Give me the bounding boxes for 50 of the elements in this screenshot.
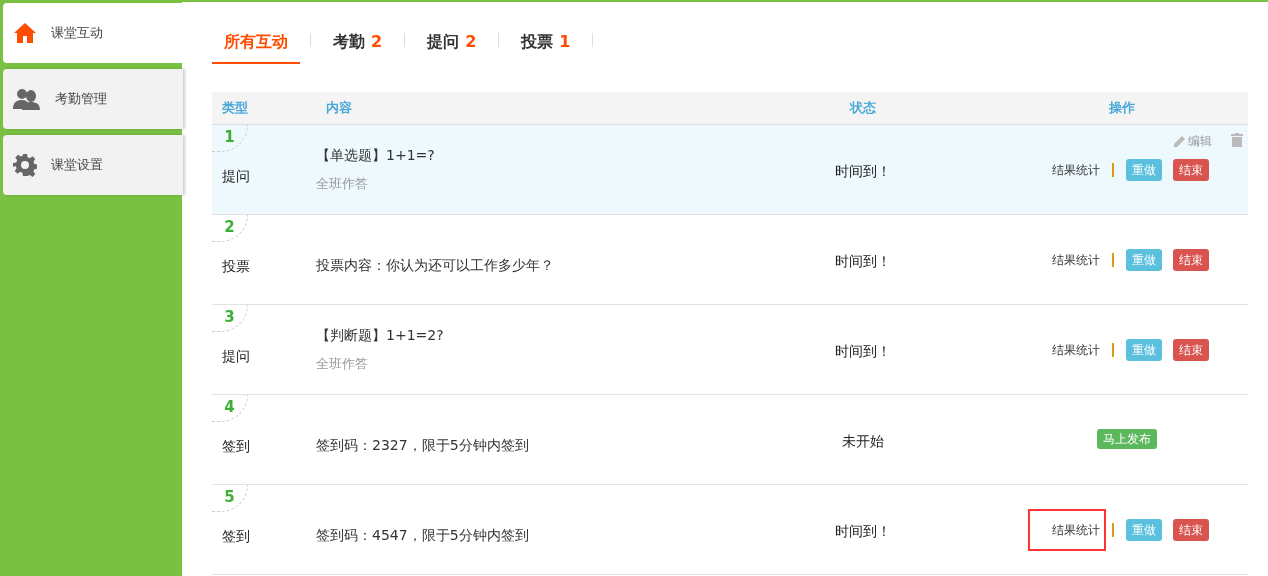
end-button[interactable]: 结束 — [1173, 338, 1209, 361]
sidebar-item[interactable]: 考勤管理 — [3, 69, 183, 129]
note-text: 全班作答 — [316, 175, 368, 194]
table-cell: 提问 — [222, 167, 250, 184]
results-link[interactable]: 结果统计 — [1028, 508, 1106, 551]
table-cell: 签到 — [222, 527, 250, 544]
table-cell: 提问 — [222, 347, 250, 364]
table-cell-text: 签到码：2327，限于5分钟内签到 — [316, 436, 529, 455]
table-row[interactable]: 5 签到 签到码：4547，限于5分钟内签到 时间到！ 结果统计 重做 结束 — [212, 485, 1248, 575]
row-number: 3 — [212, 305, 248, 332]
status-text: 时间到！ — [834, 252, 891, 269]
tab[interactable]: 考勤 2 — [321, 22, 395, 64]
status-text: 时间到！ — [834, 342, 891, 359]
end-button[interactable]: 结束 — [1173, 158, 1209, 181]
row-number: 5 — [212, 485, 248, 512]
note-text: 全班作答 — [316, 355, 368, 374]
column-header: 内容 — [326, 100, 352, 116]
table-cell-text: 签到码：4547，限于5分钟内签到 — [316, 526, 529, 545]
table-row[interactable]: 2 投票 投票内容：你认为还可以工作多少年？ 时间到！ 结果统计 重做 结束 — [212, 215, 1248, 305]
table-cell-text: 【单选题】1+1=? — [316, 146, 435, 166]
results-link[interactable]: 结果统计 — [1052, 340, 1100, 359]
settings-icon — [13, 153, 37, 177]
table-cell-text: 投票内容：你认为还可以工作多少年？ — [316, 256, 554, 275]
end-button[interactable]: 结束 — [1173, 518, 1209, 541]
row-number: 2 — [212, 215, 248, 242]
users-icon — [13, 87, 41, 111]
row-number: 4 — [212, 395, 248, 422]
table-row[interactable]: 3 提问 【判断题】1+1=2? 全班作答 时间到！ 结果统计 重做 结束 — [212, 305, 1248, 395]
table-row[interactable]: 4 签到 签到码：2327，限于5分钟内签到 未开始 马上发布 — [212, 395, 1248, 485]
tab[interactable]: 提问 2 — [415, 22, 489, 64]
sidebar-item[interactable]: 课堂互动 — [3, 3, 185, 63]
results-link[interactable]: 结果统计 — [1052, 250, 1100, 269]
status-text: 时间到！ — [834, 162, 891, 179]
status-text: 未开始 — [841, 432, 884, 449]
row-number: 1 — [212, 125, 248, 152]
column-header: 类型 — [222, 100, 248, 116]
table-cell-text: 【判断题】1+1=2? — [316, 326, 444, 346]
results-link[interactable]: 结果统计 — [1052, 160, 1100, 179]
end-button[interactable]: 结束 — [1173, 248, 1209, 271]
tab[interactable]: 投票 1 — [509, 22, 583, 64]
delete-icon[interactable] — [1231, 133, 1243, 147]
column-header: 状态 — [849, 100, 876, 116]
status-text: 时间到！ — [834, 522, 891, 539]
pencil-icon — [1173, 134, 1186, 148]
table-cell: 投票 — [222, 257, 250, 274]
table-cell: 签到 — [222, 437, 250, 454]
sidebar-item[interactable]: 课堂设置 — [3, 135, 183, 195]
home-icon — [13, 22, 37, 44]
table-row[interactable]: 1 编辑 提问 【单选题】1+1=? 全班作答 时间到！ 结果统计 重做 结束 — [212, 125, 1248, 215]
column-header: 操作 — [1108, 100, 1135, 116]
